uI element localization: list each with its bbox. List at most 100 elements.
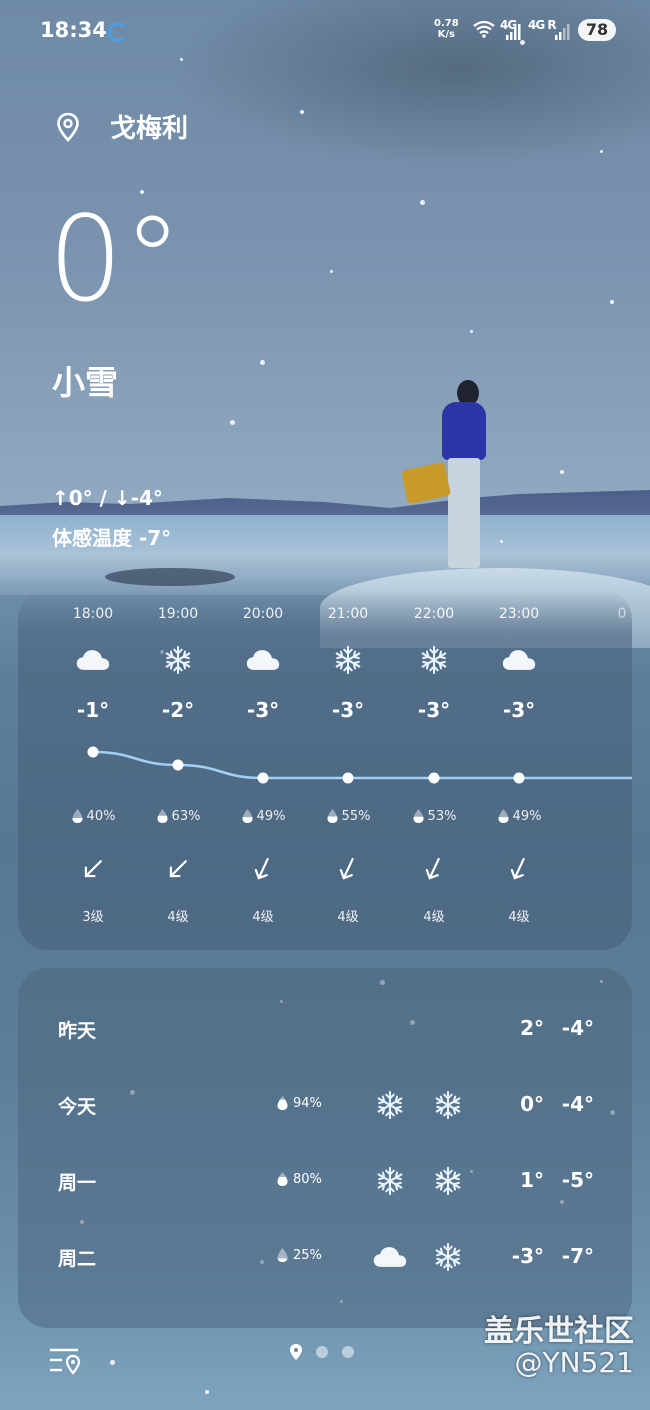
daily-row[interactable]: 周二 25% -3° -7°	[18, 1232, 632, 1282]
daily-high: 2°	[520, 1016, 544, 1040]
temperature-point	[172, 759, 184, 771]
hourly-wind-level: 4级	[423, 910, 445, 925]
wind-direction-arrow-icon	[339, 857, 354, 880]
hourly-wind-level: 3级	[82, 910, 104, 925]
current-location-indicator-icon	[290, 1344, 302, 1360]
daily-day: 今天	[58, 1096, 97, 1118]
hourly-time: 22:00	[413, 606, 455, 622]
temperature-point	[257, 772, 269, 784]
snowflake-icon	[435, 1166, 461, 1196]
hourly-time: 21:00	[327, 606, 369, 622]
snowflake-dot	[330, 270, 333, 273]
hourly-precipitation-value: 53%	[427, 808, 457, 824]
hourly-forecast-card[interactable]: 18:00 -1° 40% 3级 19:00 -2° 63% 4级 20:00 -3° 49% 4级 2…	[18, 590, 632, 950]
snowflake-dot	[560, 470, 564, 474]
daily-night-icon	[428, 1240, 468, 1274]
daily-low: -7°	[561, 1244, 594, 1268]
hourly-weather-icon	[53, 642, 133, 678]
wind-direction-arrow-icon	[84, 860, 102, 878]
page-dot	[316, 1346, 328, 1358]
daily-precipitation: 94%	[276, 1095, 322, 1111]
snowflake-icon	[435, 1242, 461, 1272]
temperature-point	[428, 772, 440, 784]
hourly-wind-direction	[53, 856, 133, 882]
temperature-point	[87, 746, 99, 758]
hourly-wind-level: 4级	[167, 910, 189, 925]
location-name: 戈梅利	[110, 114, 189, 144]
daily-precipitation-value: 25%	[293, 1247, 322, 1263]
signal-bars-icon	[555, 24, 570, 40]
snowflake-dot	[300, 110, 304, 114]
daily-high: 0°	[520, 1092, 544, 1116]
daily-day-icon	[370, 1240, 410, 1274]
daily-precipitation-value: 80%	[293, 1171, 322, 1187]
snowflake-icon	[335, 645, 361, 675]
network-speed-unit: K/s	[437, 29, 456, 40]
status-time: 18:34	[40, 18, 107, 42]
raindrop-icon	[242, 809, 253, 823]
snowflake-dot	[500, 540, 503, 543]
hourly-time: 23:00	[498, 606, 540, 622]
manage-locations-icon[interactable]	[48, 1346, 82, 1376]
daily-row[interactable]: 昨天 2° -4°	[18, 1004, 632, 1054]
page-indicator	[290, 1344, 354, 1360]
weather-condition: 小雪	[52, 363, 118, 402]
high-low-temperature: ↑0° / ↓-4°	[52, 486, 163, 510]
daily-low: -5°	[561, 1168, 594, 1192]
location-header[interactable]: 戈梅利	[56, 108, 188, 145]
hourly-temperature: -3°	[417, 698, 451, 722]
daily-night-icon	[428, 1088, 468, 1122]
feels-like-temperature: 体感温度 -7°	[52, 526, 172, 550]
signal-bars-icon	[506, 24, 521, 40]
hourly-wind-direction	[394, 856, 474, 882]
daily-day-icon	[370, 1164, 410, 1198]
hourly-time: 20:00	[242, 606, 284, 622]
raindrop-icon	[277, 1172, 288, 1186]
bottom-bar: 盖乐世社区 @YN521	[0, 1314, 650, 1410]
daily-precipitation-value: 94%	[293, 1095, 322, 1111]
cloud-icon	[246, 650, 280, 670]
raindrop-icon	[277, 1248, 288, 1262]
daily-forecast-card[interactable]: 昨天 2° -4° 今天 94% 0° -4° 周一 80% 1° -5° 周二 25% -3° -7°	[18, 968, 632, 1328]
raindrop-icon	[498, 809, 509, 823]
rock-background	[105, 568, 235, 586]
wifi-icon	[473, 20, 495, 38]
raindrop-icon	[327, 809, 338, 823]
snowflake-icon	[165, 645, 191, 675]
daily-precipitation: 25%	[276, 1247, 322, 1263]
location-pin-icon	[57, 112, 79, 142]
hourly-temperature: -2°	[161, 698, 195, 722]
daily-row[interactable]: 周一 80% 1° -5°	[18, 1156, 632, 1206]
hourly-precipitation-value: 40%	[86, 808, 116, 824]
hourly-precipitation: 55%	[308, 808, 388, 824]
hourly-wind-level: 4级	[337, 910, 359, 925]
watermark-handle: @YN521	[514, 1346, 635, 1379]
status-bar: 18:34 0.78 K/s 4G 4G R 78	[0, 0, 650, 60]
watermark-title: 盖乐世社区	[484, 1314, 634, 1349]
hourly-precipitation-value: 55%	[341, 808, 371, 824]
temperature-point	[342, 772, 354, 784]
hourly-weather-icon	[138, 642, 218, 678]
hourly-precipitation: 53%	[394, 808, 474, 824]
daily-day: 昨天	[58, 1020, 97, 1042]
daily-row[interactable]: 今天 94% 0° -4°	[18, 1080, 632, 1130]
wind-direction-arrow-icon	[510, 857, 525, 880]
hourly-wind-direction	[308, 856, 388, 882]
daily-precipitation: 80%	[276, 1171, 322, 1187]
hourly-precipitation-value: 49%	[256, 808, 286, 824]
snowflake-icon	[377, 1090, 403, 1120]
cloud-icon	[502, 650, 536, 670]
temperature-point	[513, 772, 525, 784]
daily-night-icon	[428, 1164, 468, 1198]
hourly-precipitation: 63%	[138, 808, 218, 824]
daily-high: 1°	[520, 1168, 544, 1192]
snowflake-dot	[260, 360, 265, 365]
hourly-weather-icon	[479, 642, 559, 678]
hourly-weather-icon	[223, 642, 303, 678]
raindrop-icon	[277, 1096, 288, 1110]
snowflake-dot	[600, 150, 603, 153]
signal-label-2: 4G R	[528, 18, 557, 32]
cloud-icon	[373, 1247, 407, 1267]
hourly-wind-level: 4级	[252, 910, 274, 925]
cloud-icon	[76, 650, 110, 670]
